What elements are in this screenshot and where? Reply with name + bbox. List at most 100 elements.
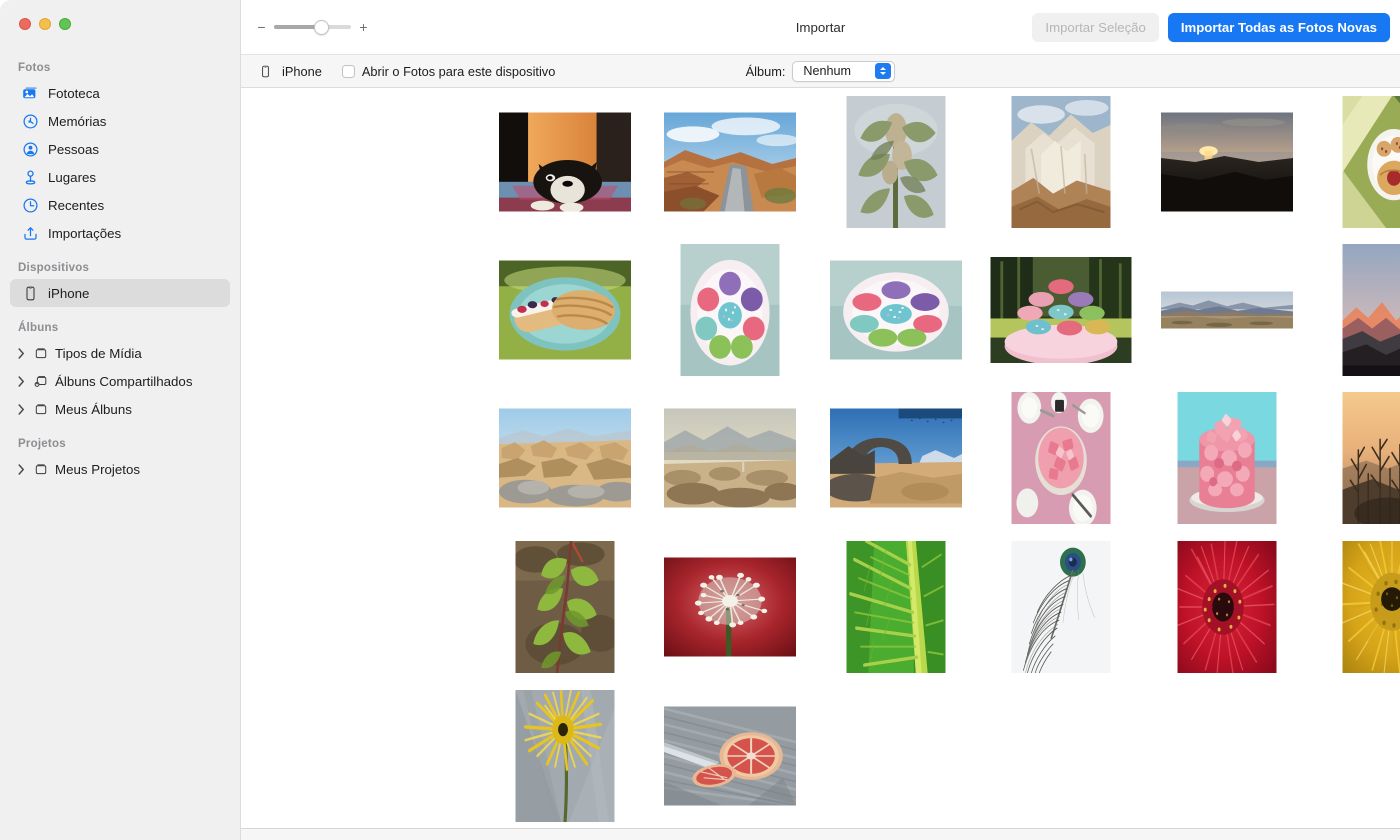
photo-cell[interactable] <box>655 682 805 828</box>
photo-cell[interactable] <box>490 682 640 828</box>
photo-cell[interactable] <box>655 533 805 681</box>
photo-cell[interactable] <box>1152 90 1302 236</box>
photos-import-window: Fotos Fototeca Memórias Pessoas <box>0 0 1400 840</box>
sidebar-item-recentes[interactable]: Recentes <box>10 191 230 219</box>
photo-thumbnail-image <box>516 690 615 822</box>
photo-grid[interactable] <box>241 90 1400 828</box>
pink-frosted-cake-teal-wall[interactable] <box>1178 392 1277 524</box>
sidebar-item-tipos-de-midia[interactable]: Tipos de Mídia <box>10 339 230 367</box>
chevron-right-icon[interactable] <box>16 404 27 415</box>
photo-cell[interactable] <box>655 236 805 384</box>
protea-flower-bud-plant[interactable] <box>847 96 946 228</box>
open-photos-checkbox-group[interactable]: Abrir o Fotos para este dispositivo <box>342 64 555 79</box>
maximize-button[interactable] <box>59 18 71 30</box>
sidebar-section-title-fotos: Fotos <box>0 56 240 79</box>
macarons-flower-plate-wide[interactable] <box>830 261 962 360</box>
alabama-hills-rocks[interactable] <box>499 409 631 508</box>
photo-cell[interactable] <box>986 533 1136 681</box>
pink-cake-table-flatlay[interactable] <box>1012 392 1111 524</box>
photo-cell[interactable] <box>1152 384 1302 532</box>
allium-flower-red-background[interactable] <box>664 558 796 657</box>
sidebar-item-iphone[interactable]: iPhone <box>10 279 230 307</box>
chevron-right-icon[interactable] <box>16 376 27 387</box>
green-leaf-plant-desert[interactable] <box>516 541 615 673</box>
alpenglow-mountains-dusk[interactable] <box>1343 244 1400 376</box>
chevron-right-icon[interactable] <box>16 348 27 359</box>
sidebar-item-meus-projetos[interactable]: Meus Projetos <box>10 455 230 483</box>
white-rock-formation[interactable] <box>1012 96 1111 228</box>
sidebar-item-lugares[interactable]: Lugares <box>10 163 230 191</box>
photo-cell[interactable] <box>986 236 1136 384</box>
macaron-tower-cake[interactable] <box>991 257 1132 363</box>
sidebar-item-pessoas[interactable]: Pessoas <box>10 135 230 163</box>
sidebar-item-albuns-compartilhados[interactable]: Álbuns Compartilhados <box>10 367 230 395</box>
photo-cell[interactable] <box>821 236 971 384</box>
photo-thumbnail-image <box>1343 541 1400 673</box>
peacock-feather-closeup[interactable] <box>1012 541 1111 673</box>
photo-cell[interactable] <box>1317 236 1400 384</box>
photo-cell[interactable] <box>490 533 640 681</box>
grapefruit-halves-on-wood[interactable] <box>664 707 796 806</box>
photo-cell[interactable] <box>821 533 971 681</box>
sidebar-item-label: Memórias <box>48 114 106 129</box>
photo-cell[interactable] <box>490 90 640 236</box>
sunset-over-dark-ridge[interactable] <box>1161 113 1293 212</box>
status-bar <box>241 828 1400 840</box>
desert-valley-mountains[interactable] <box>664 409 796 508</box>
minimize-button[interactable] <box>39 18 51 30</box>
photo-cell[interactable] <box>821 384 971 532</box>
import-all-new-photos-button[interactable]: Importar Todas as Fotos Novas <box>1168 13 1390 42</box>
open-photos-checkbox[interactable] <box>342 65 355 78</box>
photo-cell[interactable] <box>490 384 640 532</box>
eclair-dessert-green-background[interactable] <box>499 261 631 360</box>
photo-cell[interactable] <box>1317 384 1400 532</box>
photo-thumbnail-image <box>681 244 780 376</box>
photo-cell[interactable] <box>1152 533 1302 681</box>
chevron-updown-icon[interactable] <box>875 63 891 79</box>
boston-terrier-dog-on-rug[interactable] <box>499 113 631 212</box>
photo-cell[interactable] <box>1317 90 1400 236</box>
red-gerbera-daisy-macro[interactable] <box>1178 541 1277 673</box>
green-leaf-veins-macro[interactable] <box>847 541 946 673</box>
open-photos-checkbox-label: Abrir o Fotos para este dispositivo <box>362 64 555 79</box>
zoom-slider[interactable] <box>274 18 351 36</box>
photo-cell[interactable] <box>655 384 805 532</box>
sidebar-item-label: Recentes <box>48 198 104 213</box>
sidebar-item-meus-albuns[interactable]: Meus Álbuns <box>10 395 230 423</box>
photo-cell[interactable] <box>986 90 1136 236</box>
album-popup-button[interactable]: Nenhum <box>792 61 895 82</box>
photo-cell[interactable] <box>1152 236 1302 384</box>
zoom-slider-group[interactable]: − + <box>257 18 368 36</box>
photo-cell[interactable] <box>1317 533 1400 681</box>
mobius-arch-rock[interactable] <box>830 409 962 508</box>
recents-clock-icon <box>22 197 39 214</box>
photo-thumbnail-image <box>664 707 796 806</box>
yellow-daisy-with-shadow[interactable] <box>516 690 615 822</box>
macarons-flower-plate-tall[interactable] <box>681 244 780 376</box>
yellow-gerbera-daisy-macro[interactable] <box>1343 541 1400 673</box>
import-selection-button[interactable]: Importar Seleção <box>1032 13 1158 42</box>
photo-thumbnail-image <box>1178 392 1277 524</box>
zoom-in-icon[interactable]: + <box>359 20 368 34</box>
toolbar: − + Importar Importar Seleção Importar T… <box>241 0 1400 54</box>
photo-cell[interactable] <box>490 236 640 384</box>
slider-thumb[interactable] <box>314 20 329 35</box>
chevron-right-icon[interactable] <box>16 464 27 475</box>
desert-road-red-rocks[interactable] <box>664 113 796 212</box>
photo-thumbnail-image <box>499 261 631 360</box>
photo-thumbnail-image <box>1012 541 1111 673</box>
sidebar-item-fototeca[interactable]: Fototeca <box>10 79 230 107</box>
photo-cell[interactable] <box>986 384 1136 532</box>
photo-thumbnail-image <box>1178 541 1277 673</box>
photo-cell[interactable] <box>821 90 971 236</box>
sidebar-item-importacoes[interactable]: Importações <box>10 219 230 247</box>
window-controls[interactable] <box>19 18 71 30</box>
zoom-out-icon[interactable]: − <box>257 20 266 34</box>
photo-thumbnail-image <box>664 409 796 508</box>
sidebar-item-memorias[interactable]: Memórias <box>10 107 230 135</box>
dry-brush-orange-sky[interactable] <box>1343 392 1400 524</box>
close-button[interactable] <box>19 18 31 30</box>
pastry-plate-on-green-cloth[interactable] <box>1343 96 1400 228</box>
panorama-mountain-range[interactable] <box>1161 292 1293 329</box>
photo-cell[interactable] <box>655 90 805 236</box>
